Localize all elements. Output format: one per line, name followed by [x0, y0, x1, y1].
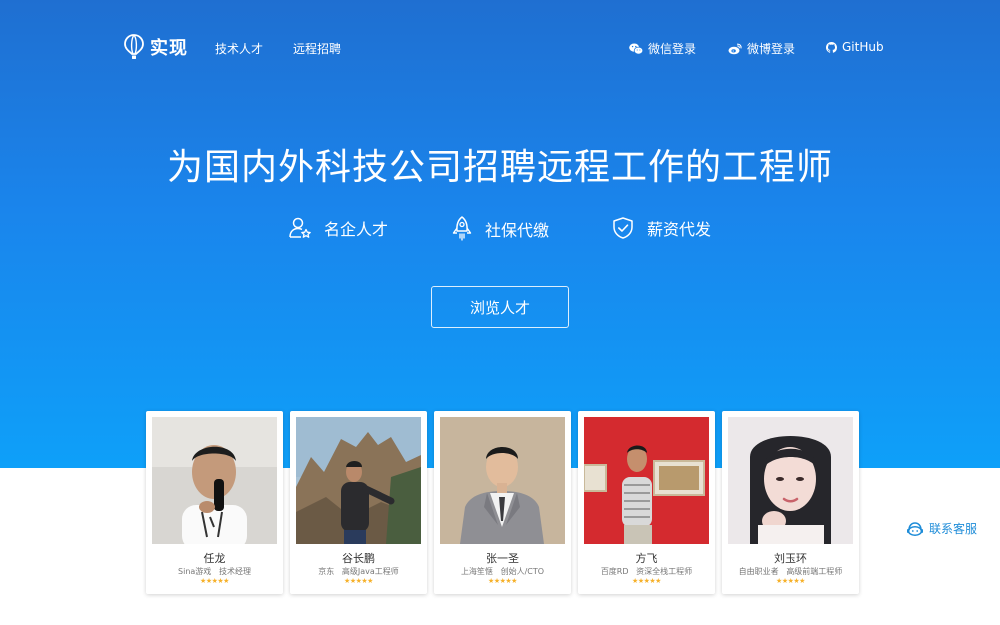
weibo-login-label: 微博登录 [747, 42, 796, 56]
avatar [152, 417, 277, 544]
rating-stars: ★★★★★ [488, 577, 517, 585]
github-link[interactable]: GitHub [826, 40, 884, 54]
rating-stars: ★★★★★ [344, 577, 373, 585]
user-star-icon [288, 216, 312, 240]
avatar [584, 417, 709, 544]
talent-title: 创始人/CTO [500, 567, 545, 576]
talent-role: 京东 高级Java工程师 [290, 566, 427, 577]
talent-company: 京东 [318, 567, 335, 576]
talent-company: 自由职业者 [738, 567, 779, 576]
talent-title: 高级前端工程师 [786, 567, 843, 576]
talent-name: 张一圣 [486, 552, 519, 565]
weibo-login-button[interactable]: 微博登录 [728, 40, 795, 57]
talent-card-list: 任龙 Sina游戏 技术经理 ★★★★★ 谷长鹏 京东 高级Java工程师 ★★… [146, 411, 860, 596]
talent-card[interactable]: 张一圣 上海笙惬 创始人/CTO ★★★★★ [434, 411, 571, 594]
feature-label: 名企人才 [324, 220, 389, 239]
github-label: GitHub [842, 40, 884, 54]
brand-name: 实现 [150, 38, 188, 59]
talent-card[interactable]: 谷长鹏 京东 高级Java工程师 ★★★★★ [290, 411, 427, 594]
talent-role: 百度RD 资深全栈工程师 [578, 566, 715, 577]
talent-company: 百度RD [600, 567, 629, 576]
talent-role: 上海笙惬 创始人/CTO [434, 566, 571, 577]
talent-name: 谷长鹏 [342, 552, 375, 565]
hero-headline: 为国内外科技公司招聘远程工作的工程师 [166, 147, 833, 188]
talent-card[interactable]: 任龙 Sina游戏 技术经理 ★★★★★ [146, 411, 283, 594]
brand-logo[interactable]: 实现 [124, 34, 188, 60]
feature-list: 名企人才 社保代缴 薪资代发 [0, 216, 1000, 252]
talent-role: Sina游戏 技术经理 [146, 566, 283, 577]
talent-company: Sina游戏 [178, 567, 212, 576]
wechat-login-label: 微信登录 [648, 42, 697, 56]
talent-name: 方飞 [635, 552, 658, 565]
browse-talent-button[interactable]: 浏览人才 [431, 286, 569, 328]
support-label: 联系客服 [929, 522, 978, 536]
talent-title: 技术经理 [218, 567, 251, 576]
feature-payroll: 薪资代发 [611, 216, 711, 240]
hero-banner: 实现 技术人才 远程招聘 微信登录 微博登录 GitHub 为国内外科技公司招聘… [0, 0, 1000, 468]
top-nav: 实现 技术人才 远程招聘 微信登录 微博登录 GitHub [0, 0, 1000, 96]
customer-support-button[interactable]: 联系客服 [906, 520, 977, 537]
github-icon [826, 41, 837, 53]
avatar [728, 417, 853, 544]
rating-stars: ★★★★★ [776, 577, 805, 585]
feature-label: 社保代缴 [485, 221, 550, 240]
talent-title: 高级Java工程师 [341, 567, 399, 576]
talent-card[interactable]: 方飞 百度RD 资深全栈工程师 ★★★★★ [578, 411, 715, 594]
balloon-icon [124, 34, 144, 60]
talent-title: 资深全栈工程师 [636, 567, 693, 576]
weibo-icon [728, 43, 742, 55]
avatar [296, 417, 421, 544]
shield-check-icon [611, 216, 635, 240]
wechat-icon [629, 43, 643, 55]
talent-company: 上海笙惬 [460, 567, 493, 576]
wechat-login-button[interactable]: 微信登录 [629, 40, 696, 57]
rating-stars: ★★★★★ [632, 577, 661, 585]
rocket-icon [451, 216, 473, 242]
talent-name: 任龙 [203, 552, 226, 565]
talent-role: 自由职业者 高级前端工程师 [722, 566, 859, 577]
feature-top-talent: 名企人才 [288, 216, 388, 240]
rating-stars: ★★★★★ [200, 577, 229, 585]
nav-link-talent[interactable]: 技术人才 [215, 40, 263, 57]
headset-icon [906, 521, 924, 537]
feature-social-insurance: 社保代缴 [451, 216, 549, 242]
talent-card[interactable]: 刘玉环 自由职业者 高级前端工程师 ★★★★★ [722, 411, 859, 594]
talent-name: 刘玉环 [774, 552, 807, 565]
feature-label: 薪资代发 [647, 220, 712, 239]
nav-link-remote-hiring[interactable]: 远程招聘 [293, 40, 341, 57]
avatar [440, 417, 565, 544]
